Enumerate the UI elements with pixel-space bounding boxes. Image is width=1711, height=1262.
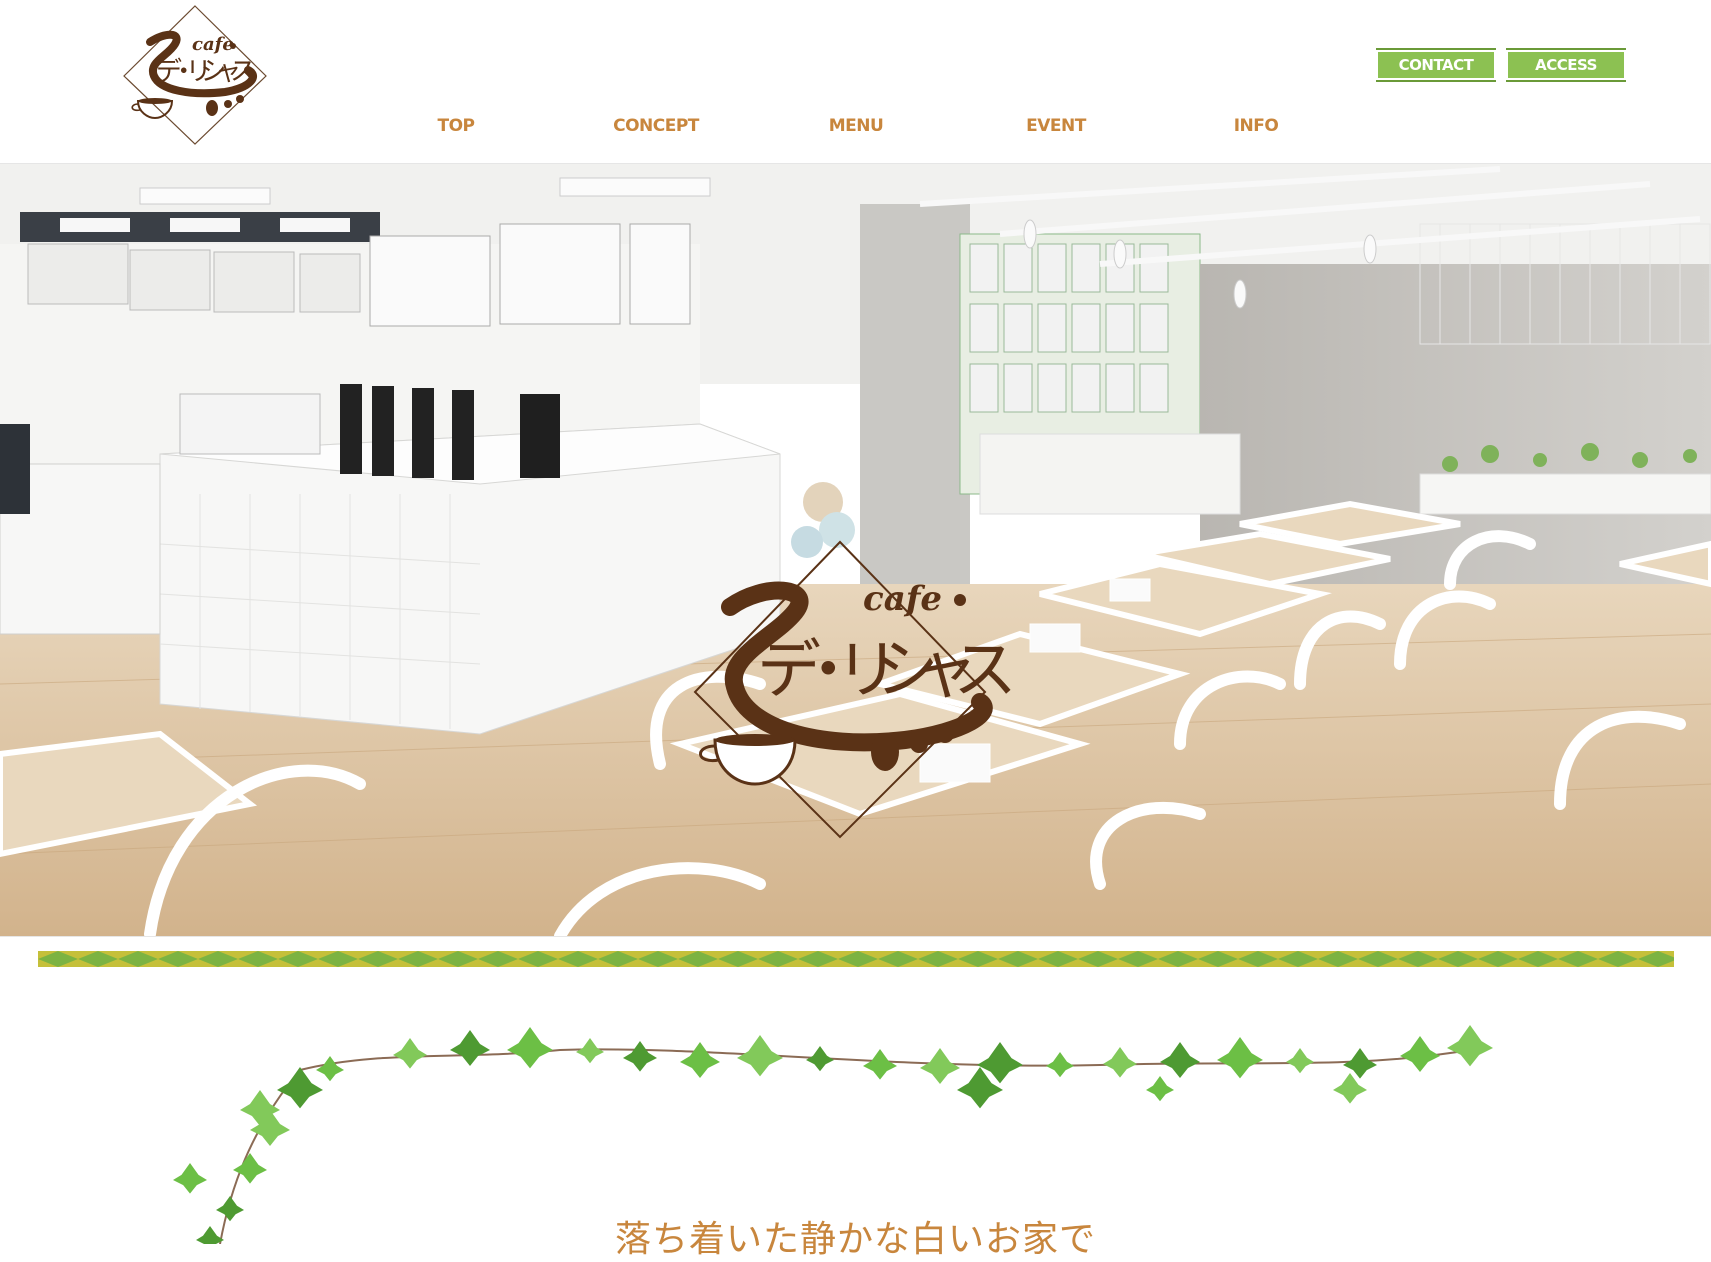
- nav-item-concept[interactable]: CONCEPT: [613, 116, 699, 136]
- ivy-leaf: [737, 1035, 783, 1077]
- ivy-leaf: [1160, 1042, 1200, 1078]
- diamond-band: [38, 951, 1674, 967]
- ivy-leaf: [680, 1042, 720, 1078]
- svg-text:cafe: cafe: [863, 579, 942, 619]
- hero-cafe-logo: cafe デ・リシャス: [693, 482, 1017, 839]
- ivy-leaf: [1343, 1048, 1377, 1079]
- ivy-leaf: [173, 1163, 207, 1194]
- ivy-leaf: [1046, 1052, 1074, 1078]
- ivy-leaf: [507, 1027, 553, 1069]
- svg-text:cafe: cafe: [192, 34, 234, 55]
- ivy-leaf: [1286, 1048, 1314, 1074]
- nav-item-menu[interactable]: MENU: [829, 116, 884, 136]
- ivy-leaf: [277, 1067, 323, 1109]
- page-headline: 落ち着いた静かな白いお家で: [614, 1219, 1096, 1260]
- ivy-leaf: [316, 1056, 344, 1082]
- ivy-leaf: [1146, 1076, 1174, 1102]
- ivy-leaf: [623, 1041, 657, 1072]
- hero-image: cafe デ・リシャス: [0, 163, 1711, 937]
- site-header: cafe デ・リシャス CONTACT ACCESS TOP CONCEPT M…: [0, 0, 1711, 160]
- ivy-leaf: [1447, 1025, 1493, 1067]
- ivy-leaf: [576, 1038, 604, 1064]
- main-nav: TOP CONCEPT MENU EVENT INFO: [0, 116, 1711, 146]
- nav-item-top[interactable]: TOP: [437, 116, 475, 136]
- nav-item-info[interactable]: INFO: [1234, 116, 1279, 136]
- ivy-leaf: [1217, 1037, 1263, 1079]
- ivy-leaf: [1103, 1047, 1137, 1078]
- ivy-leaf: [920, 1048, 960, 1084]
- ivy-leaf: [393, 1038, 427, 1069]
- svg-text:デ・リシャス: デ・リシャス: [156, 57, 256, 87]
- nav-item-event[interactable]: EVENT: [1026, 116, 1086, 136]
- contact-button[interactable]: CONTACT: [1376, 48, 1496, 82]
- access-button[interactable]: ACCESS: [1506, 48, 1626, 82]
- ivy-leaf: [450, 1030, 490, 1066]
- ivy-leaf: [806, 1046, 834, 1072]
- ivy-vine-decoration: [173, 1025, 1493, 1244]
- ivy-leaf: [863, 1049, 897, 1080]
- svg-text:デ・リシャス: デ・リシャス: [757, 634, 1017, 708]
- ivy-leaf: [1400, 1036, 1440, 1072]
- ivy-leaf: [1333, 1073, 1367, 1104]
